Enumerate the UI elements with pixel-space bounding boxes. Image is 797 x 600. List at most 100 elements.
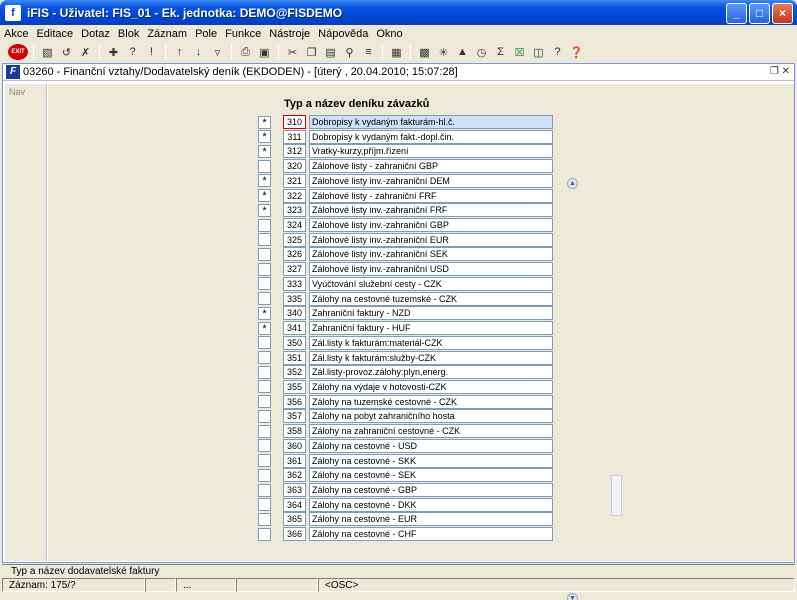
row-checkbox[interactable]: * (258, 174, 271, 188)
scroll-up-icon[interactable]: ▲ (567, 178, 578, 189)
row-checkbox[interactable] (258, 262, 271, 276)
help-icon[interactable]: ? (549, 44, 566, 61)
row-name-field[interactable]: Zahraniční faktury - NZD (309, 306, 553, 321)
row-code-field[interactable]: 362 (283, 468, 306, 483)
restore-close-icon[interactable]: ❐ ✕ (770, 66, 790, 77)
row-name-field[interactable]: Zálohové listy inv.-zahraniční SEK (309, 247, 553, 262)
nav-label[interactable]: Nav (9, 87, 46, 97)
row-name-field[interactable]: Zálohy na tuzemské cestovné - CZK (309, 394, 553, 409)
row-checkbox[interactable] (258, 512, 271, 526)
row-checkbox[interactable]: * (258, 321, 271, 335)
row-name-field[interactable]: Zálohy na výdaje v hotovosti-CZK (309, 379, 553, 394)
row-code-field[interactable]: 350 (283, 335, 306, 350)
row-checkbox[interactable] (258, 483, 271, 497)
row-code-field[interactable]: 327 (283, 262, 306, 277)
row-name-field[interactable]: Zálohy na cestovné tuzemské - CZK (309, 291, 553, 306)
context-help-icon[interactable]: ❓ (568, 44, 585, 61)
chart-icon[interactable]: ▲ (454, 44, 471, 61)
sort-asc-icon[interactable]: ↑ (171, 44, 188, 61)
row-name-field[interactable]: Zálohy na cestovné - CHF (309, 527, 553, 542)
grid-icon[interactable]: ▦ (388, 44, 405, 61)
row-checkbox[interactable]: * (258, 144, 271, 158)
row-code-field[interactable]: 356 (283, 394, 306, 409)
row-checkbox[interactable] (258, 292, 271, 306)
row-checkbox[interactable] (258, 498, 271, 512)
row-name-field[interactable]: Zál.listy k fakturám:materiál-CZK (309, 335, 553, 350)
row-name-field[interactable]: Dobropisy k vydaným fakturám-hl.č. (309, 115, 553, 129)
row-code-field[interactable]: 333 (283, 276, 306, 291)
row-checkbox[interactable] (258, 218, 271, 232)
row-checkbox[interactable]: * (258, 203, 271, 217)
list-icon[interactable]: ≡ (360, 44, 377, 61)
insert-record-icon[interactable]: ✚ (105, 44, 122, 61)
row-name-field[interactable]: Zálohy na pobyt zahraničního hosta (309, 409, 553, 424)
row-checkbox[interactable] (258, 527, 271, 541)
row-code-field[interactable]: 310 (283, 115, 306, 129)
row-code-field[interactable]: 322 (283, 188, 306, 203)
save-icon[interactable]: ▧ (39, 44, 56, 61)
row-checkbox[interactable] (258, 277, 271, 291)
menu-nastroje[interactable]: Nástroje (269, 28, 310, 40)
row-name-field[interactable]: Vratky-kurzy,příjm.řízení (309, 144, 553, 159)
row-name-field[interactable]: Zálohové listy inv.-zahraniční GBP (309, 218, 553, 233)
query-icon[interactable]: ? (124, 44, 141, 61)
row-code-field[interactable]: 355 (283, 379, 306, 394)
menu-akce[interactable]: Akce (4, 28, 28, 40)
row-checkbox[interactable] (258, 351, 271, 365)
row-code-field[interactable]: 335 (283, 291, 306, 306)
row-name-field[interactable]: Dobropisy k vydaným fakt.-dopl.čin. (309, 129, 553, 144)
row-checkbox[interactable] (258, 468, 271, 482)
close-button[interactable]: × (772, 3, 793, 24)
delete-icon[interactable]: ✗ (77, 44, 94, 61)
row-checkbox[interactable] (258, 365, 271, 379)
row-name-field[interactable]: Zálohové listy - zahraniční GBP (309, 159, 553, 174)
menu-napoveda[interactable]: Nápověda (318, 28, 368, 40)
calc-icon[interactable]: ✳ (435, 44, 452, 61)
row-name-field[interactable]: Zálohové listy inv.-zahraniční DEM (309, 173, 553, 188)
minimize-button[interactable]: _ (726, 3, 747, 24)
row-name-field[interactable]: Zál.listy-provoz.zálohy:plyn,energ. (309, 365, 553, 380)
paste-icon[interactable]: ▤ (322, 44, 339, 61)
row-name-field[interactable]: Zálohy na cestovné - SKK (309, 453, 553, 468)
row-checkbox[interactable] (258, 336, 271, 350)
row-name-field[interactable]: Zálohové listy inv.-zahraniční EUR (309, 232, 553, 247)
row-checkbox[interactable] (258, 380, 271, 394)
menu-pole[interactable]: Pole (195, 28, 217, 40)
menu-okno[interactable]: Okno (376, 28, 402, 40)
print-preview-icon[interactable]: ▣ (256, 44, 273, 61)
scroll-down-icon[interactable]: ▼ (567, 593, 578, 600)
row-name-field[interactable]: Zálohy na cestovné - EUR (309, 512, 553, 527)
print-icon[interactable]: ⎙ (237, 44, 254, 61)
row-checkbox[interactable]: * (258, 115, 271, 129)
report-icon[interactable]: ▩ (416, 44, 433, 61)
row-checkbox[interactable]: * (258, 189, 271, 203)
row-name-field[interactable]: Zálohy na cestovné - DKK (309, 497, 553, 512)
filter-icon[interactable]: ▿ (209, 44, 226, 61)
menu-editace[interactable]: Editace (36, 28, 73, 40)
find-icon[interactable]: ⚲ (341, 44, 358, 61)
row-code-field[interactable]: 323 (283, 203, 306, 218)
row-code-field[interactable]: 325 (283, 232, 306, 247)
row-checkbox[interactable]: * (258, 306, 271, 320)
row-code-field[interactable]: 312 (283, 144, 306, 159)
excel-icon[interactable]: ☒ (511, 44, 528, 61)
row-name-field[interactable]: Zálohové listy inv.-zahraniční FRF (309, 203, 553, 218)
row-code-field[interactable]: 365 (283, 512, 306, 527)
menu-dotaz[interactable]: Dotaz (81, 28, 110, 40)
row-code-field[interactable]: 340 (283, 306, 306, 321)
row-code-field[interactable]: 352 (283, 365, 306, 380)
row-code-field[interactable]: 326 (283, 247, 306, 262)
row-code-field[interactable]: 363 (283, 483, 306, 497)
menu-blok[interactable]: Blok (118, 28, 139, 40)
row-name-field[interactable]: Vyúčtování služební cesty - CZK (309, 276, 553, 291)
row-code-field[interactable]: 311 (283, 129, 306, 144)
row-code-field[interactable]: 366 (283, 527, 306, 542)
row-code-field[interactable]: 324 (283, 218, 306, 233)
row-name-field[interactable]: Zál.listy k fakturám:služby-CZK (309, 350, 553, 365)
exit-button[interactable]: EXIT (8, 44, 28, 60)
row-code-field[interactable]: 358 (283, 424, 306, 439)
rollback-icon[interactable]: ↺ (58, 44, 75, 61)
row-code-field[interactable]: 321 (283, 173, 306, 188)
execute-query-icon[interactable]: ! (143, 44, 160, 61)
row-checkbox[interactable] (258, 395, 271, 409)
